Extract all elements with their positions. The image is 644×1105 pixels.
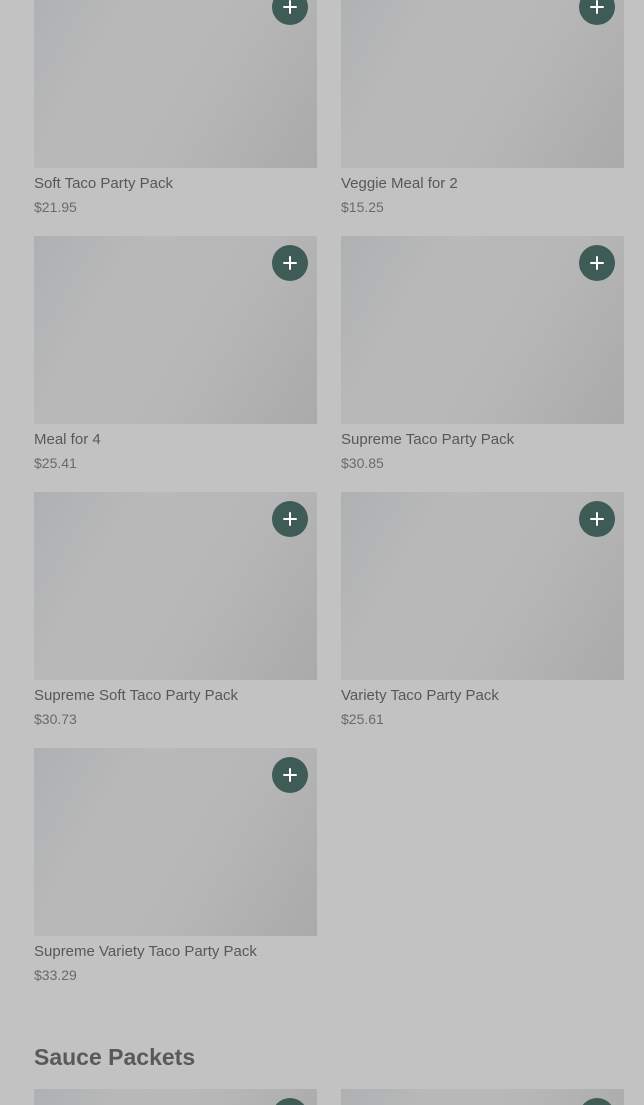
product-card[interactable]: Meal for 4 $25.41	[34, 236, 317, 472]
product-price: $30.85	[341, 455, 384, 471]
add-to-cart-button[interactable]	[579, 0, 615, 25]
product-card[interactable]: Supreme Soft Taco Party Pack $30.73	[34, 492, 317, 728]
plus-icon	[283, 0, 297, 14]
product-name[interactable]: Supreme Taco Party Pack	[341, 431, 624, 449]
sauce-product-row	[34, 1089, 624, 1105]
product-image[interactable]	[34, 748, 317, 936]
product-price: $30.73	[34, 711, 77, 727]
add-to-cart-button[interactable]	[579, 245, 615, 281]
product-image[interactable]	[341, 492, 624, 680]
product-card[interactable]	[34, 1089, 317, 1105]
product-image[interactable]	[341, 1089, 624, 1105]
product-grid: Soft Taco Party Pack $21.95 Veggie Meal …	[34, 0, 624, 984]
menu-page: Soft Taco Party Pack $21.95 Veggie Meal …	[0, 0, 644, 1105]
add-to-cart-button[interactable]	[579, 501, 615, 537]
product-card[interactable]: Veggie Meal for 2 $15.25	[341, 0, 624, 216]
product-card[interactable]: Supreme Variety Taco Party Pack $33.29	[34, 748, 317, 984]
product-image[interactable]	[34, 1089, 317, 1105]
product-price: $25.61	[341, 711, 384, 727]
plus-icon	[283, 512, 297, 526]
product-name[interactable]: Meal for 4	[34, 431, 317, 449]
add-to-cart-button[interactable]	[272, 757, 308, 793]
add-to-cart-button[interactable]	[272, 501, 308, 537]
add-to-cart-button[interactable]	[579, 1098, 615, 1105]
product-name[interactable]: Veggie Meal for 2	[341, 175, 624, 193]
plus-icon	[590, 256, 604, 270]
product-name[interactable]: Variety Taco Party Pack	[341, 687, 624, 705]
product-card[interactable]: Supreme Taco Party Pack $30.85	[341, 236, 624, 472]
product-image[interactable]	[341, 236, 624, 424]
product-price: $25.41	[34, 455, 77, 471]
add-to-cart-button[interactable]	[272, 1098, 308, 1105]
product-name[interactable]: Soft Taco Party Pack	[34, 175, 317, 193]
plus-icon	[283, 768, 297, 782]
product-price: $33.29	[34, 967, 77, 983]
product-name[interactable]: Supreme Soft Taco Party Pack	[34, 687, 317, 705]
product-card[interactable]: Soft Taco Party Pack $21.95	[34, 0, 317, 216]
product-card[interactable]: Variety Taco Party Pack $25.61	[341, 492, 624, 728]
plus-icon	[590, 0, 604, 14]
product-image[interactable]	[34, 0, 317, 168]
product-name[interactable]: Supreme Variety Taco Party Pack	[34, 943, 317, 961]
plus-icon	[283, 256, 297, 270]
product-image[interactable]	[34, 492, 317, 680]
add-to-cart-button[interactable]	[272, 0, 308, 25]
product-image[interactable]	[34, 236, 317, 424]
product-image[interactable]	[341, 0, 624, 168]
product-card[interactable]	[341, 1089, 624, 1105]
plus-icon	[590, 512, 604, 526]
add-to-cart-button[interactable]	[272, 245, 308, 281]
product-price: $21.95	[34, 199, 77, 215]
section-title-sauce-packets: Sauce Packets	[34, 1044, 196, 1070]
product-price: $15.25	[341, 199, 384, 215]
